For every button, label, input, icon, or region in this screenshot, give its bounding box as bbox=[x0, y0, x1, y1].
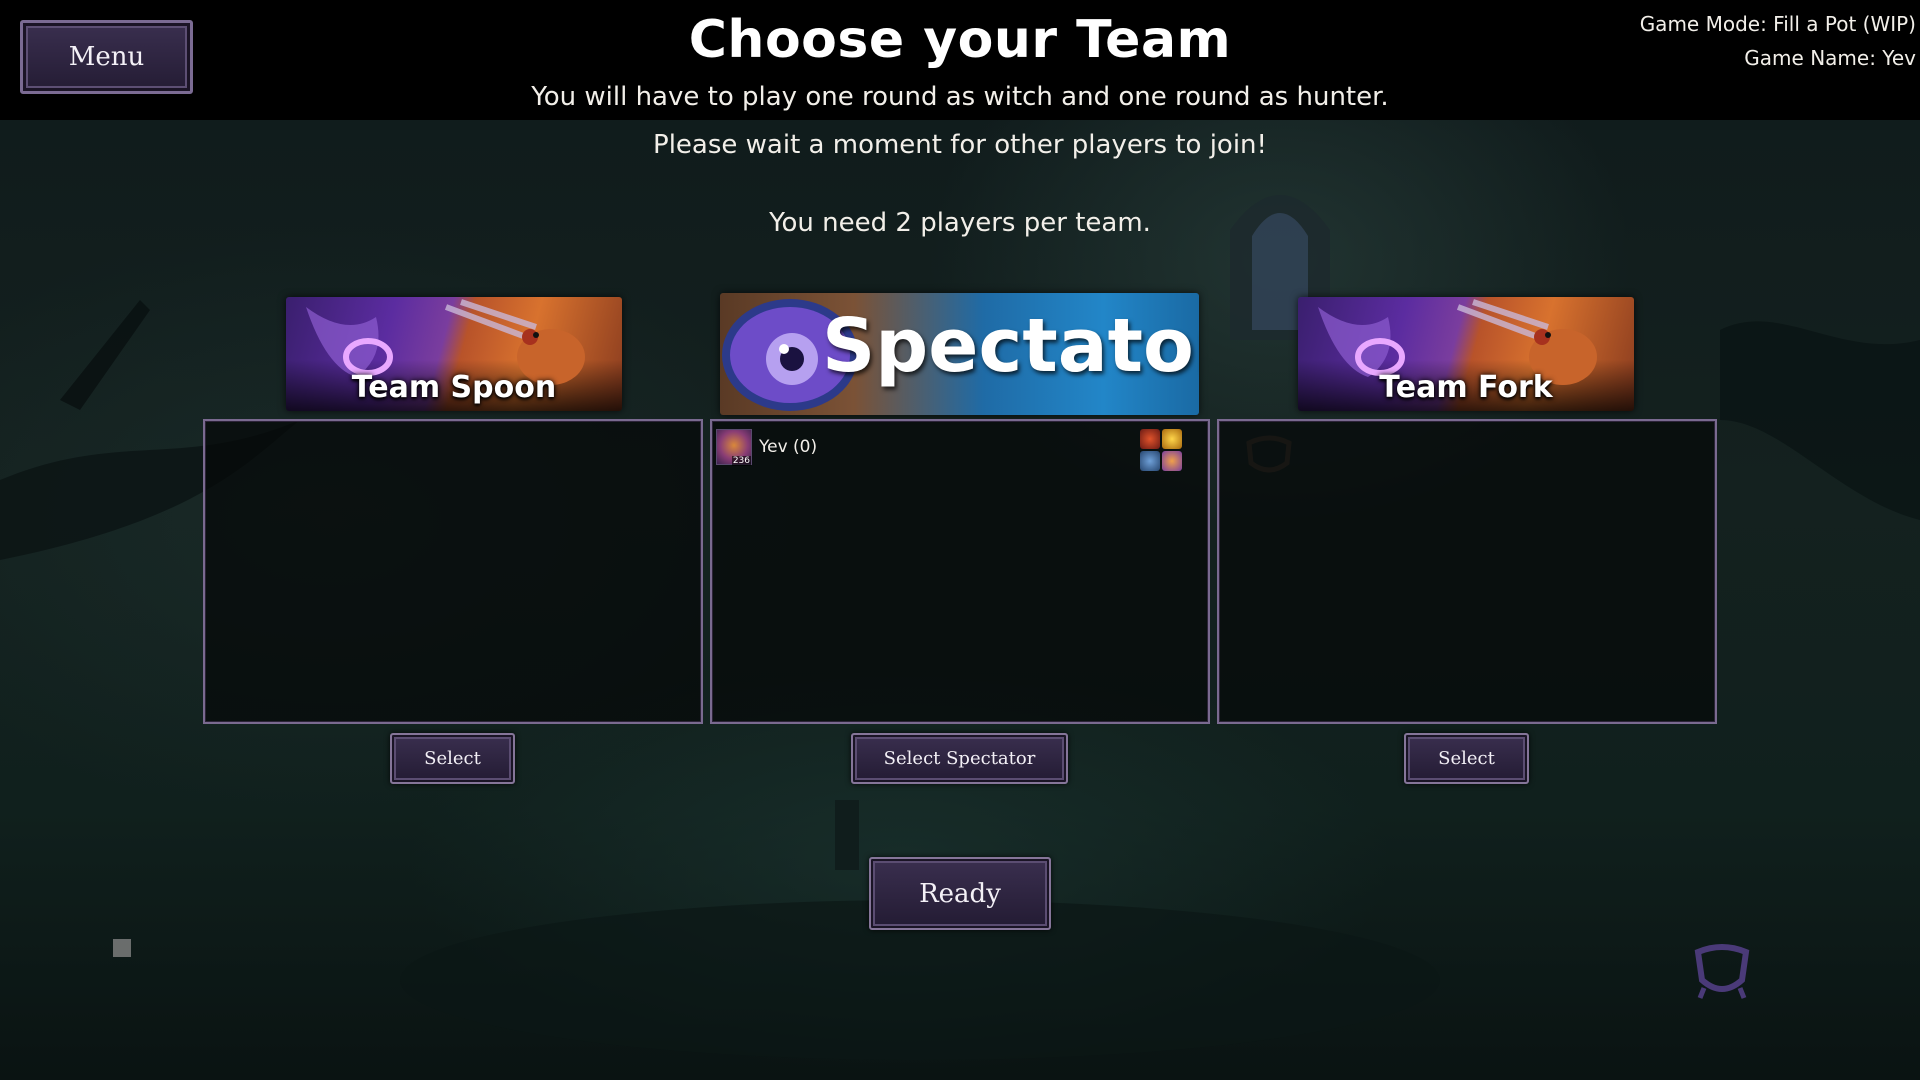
subtitle-wait: Please wait a moment for other players t… bbox=[653, 130, 1267, 160]
team-fork-title: Team Fork bbox=[1379, 370, 1553, 405]
player-level: 236 bbox=[731, 456, 751, 466]
orange-potion-badge-icon bbox=[1162, 451, 1182, 471]
game-name-label: Game Name: Yev bbox=[1744, 46, 1916, 70]
game-mode-label: Game Mode: Fill a Pot (WIP) bbox=[1639, 12, 1916, 36]
gold-star-badge-icon bbox=[1162, 429, 1182, 449]
select-team-fork-button[interactable]: Select bbox=[1404, 733, 1529, 784]
blue-creature-badge-icon bbox=[1140, 451, 1160, 471]
select-spectator-button[interactable]: Select Spectator bbox=[851, 733, 1068, 784]
team-spoon-player-list bbox=[203, 419, 703, 724]
ready-button[interactable]: Ready bbox=[869, 857, 1051, 930]
player-entry[interactable]: 236 Yev (0) bbox=[716, 427, 1204, 471]
red-flame-badge-icon bbox=[1140, 429, 1160, 449]
team-fork-player-list bbox=[1217, 419, 1717, 724]
spectators-banner: Spectators bbox=[720, 293, 1199, 415]
team-spoon-title: Team Spoon bbox=[351, 370, 557, 405]
player-avatar: 236 bbox=[716, 429, 752, 466]
subtitle-rounds: You will have to play one round as witch… bbox=[531, 82, 1389, 112]
status-square-icon bbox=[113, 939, 131, 957]
player-badges bbox=[1140, 429, 1182, 471]
page-title: Choose your Team bbox=[688, 10, 1232, 70]
spectators-title: Spectators bbox=[822, 303, 1199, 389]
team-fork-banner: Team Fork bbox=[1298, 297, 1634, 411]
cauldron-icon bbox=[1694, 944, 1750, 999]
cauldron-icon bbox=[1246, 435, 1292, 473]
team-spoon-banner: Team Spoon bbox=[286, 297, 622, 411]
select-team-spoon-button[interactable]: Select bbox=[390, 733, 515, 784]
players-needed-text: You need 2 players per team. bbox=[769, 208, 1151, 238]
player-name: Yev (0) bbox=[759, 437, 818, 457]
spectators-player-list: 236 Yev (0) bbox=[710, 419, 1210, 724]
